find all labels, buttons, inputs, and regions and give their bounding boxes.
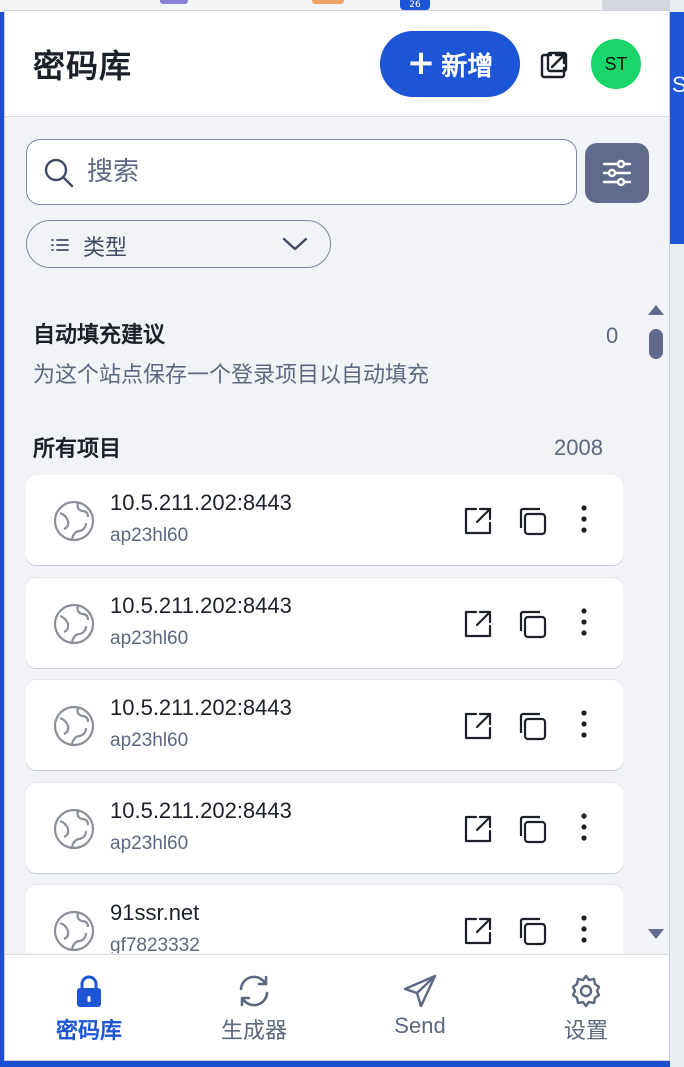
item-name: 10.5.211.202:8443 bbox=[110, 695, 292, 720]
search-field[interactable] bbox=[26, 139, 577, 205]
autofill-message: 为这个站点保存一个登录项目以自动填充 bbox=[33, 363, 430, 388]
item-username: ap23hl60 bbox=[110, 628, 189, 649]
nav-generator-label: 生成器 bbox=[220, 1019, 287, 1044]
copy-icon[interactable] bbox=[516, 608, 548, 640]
more-vertical-icon[interactable] bbox=[574, 811, 594, 843]
filter-button[interactable] bbox=[585, 143, 649, 203]
item-name: 10.5.211.202:8443 bbox=[110, 798, 292, 823]
vault-item[interactable]: 10.5.211.202:8443 ap23hl60 bbox=[26, 475, 623, 565]
item-username: gf7823332 bbox=[110, 935, 200, 953]
copy-icon[interactable] bbox=[516, 813, 548, 845]
globe-icon bbox=[53, 705, 95, 747]
vault-item[interactable]: 10.5.211.202:8443 ap23hl60 bbox=[26, 578, 623, 668]
background-letter: S bbox=[672, 72, 684, 97]
search-input[interactable] bbox=[87, 150, 557, 194]
more-vertical-icon[interactable] bbox=[574, 913, 594, 945]
nav-vault-label: 密码库 bbox=[55, 1019, 122, 1044]
launch-icon[interactable] bbox=[462, 608, 494, 640]
sliders-icon bbox=[602, 159, 632, 187]
more-vertical-icon[interactable] bbox=[574, 708, 594, 740]
item-username: ap23hl60 bbox=[110, 833, 189, 854]
browser-extension-icon bbox=[160, 0, 188, 4]
item-name: 91ssr.net bbox=[110, 900, 200, 925]
chevron-down-icon bbox=[282, 237, 308, 251]
launch-icon[interactable] bbox=[462, 505, 494, 537]
background-page: S bbox=[670, 0, 684, 1067]
list-icon bbox=[51, 239, 69, 251]
all-items-count: 2008 bbox=[554, 435, 603, 460]
copy-icon[interactable] bbox=[516, 915, 548, 947]
bottom-nav: 密码库 生成器 Send 设置 bbox=[5, 954, 669, 1060]
nav-vault[interactable]: 密码库 bbox=[29, 955, 149, 1060]
refresh-icon bbox=[239, 975, 269, 1007]
nav-settings[interactable]: 设置 bbox=[526, 955, 646, 1060]
globe-icon bbox=[53, 500, 95, 542]
launch-icon[interactable] bbox=[462, 915, 494, 947]
globe-icon bbox=[53, 910, 95, 952]
launch-icon[interactable] bbox=[462, 813, 494, 845]
search-icon bbox=[44, 158, 74, 188]
plus-icon: + bbox=[406, 42, 436, 83]
autofill-count: 0 bbox=[606, 323, 619, 348]
scroll-up-arrow[interactable] bbox=[647, 303, 665, 317]
popout-icon[interactable] bbox=[538, 49, 570, 81]
page-title: 密码库 bbox=[33, 47, 133, 85]
more-vertical-icon[interactable] bbox=[574, 503, 594, 535]
vault-item[interactable]: 10.5.211.202:8443 ap23hl60 bbox=[26, 680, 623, 770]
extension-badge: 26 bbox=[400, 0, 430, 10]
vault-item-list: 10.5.211.202:8443 ap23hl60 10.5.211.202:… bbox=[26, 475, 623, 953]
item-username: ap23hl60 bbox=[110, 730, 189, 751]
item-name: 10.5.211.202:8443 bbox=[110, 490, 292, 515]
lock-icon bbox=[77, 975, 101, 1007]
browser-extension-icon bbox=[312, 0, 344, 4]
more-vertical-icon[interactable] bbox=[574, 606, 594, 638]
new-item-button[interactable]: + 新增 bbox=[380, 31, 520, 97]
globe-icon bbox=[53, 603, 95, 645]
nav-send[interactable]: Send bbox=[360, 955, 480, 1060]
browser-extension-icon bbox=[602, 0, 670, 10]
copy-icon[interactable] bbox=[516, 710, 548, 742]
gear-icon bbox=[571, 974, 601, 1008]
type-filter-label: 类型 bbox=[83, 236, 128, 261]
nav-generator[interactable]: 生成器 bbox=[194, 955, 314, 1060]
scroll-down-arrow[interactable] bbox=[647, 927, 665, 941]
vault-item[interactable]: 91ssr.net gf7823332 bbox=[26, 885, 623, 953]
type-filter-select[interactable]: 类型 bbox=[26, 220, 331, 268]
all-items-title: 所有项目 bbox=[33, 437, 122, 462]
new-item-label: 新增 bbox=[441, 51, 494, 82]
copy-icon[interactable] bbox=[516, 505, 548, 537]
avatar[interactable]: ST bbox=[591, 39, 641, 89]
item-username: ap23hl60 bbox=[110, 525, 189, 546]
background-panel: S bbox=[670, 12, 684, 244]
item-name: 10.5.211.202:8443 bbox=[110, 593, 292, 618]
nav-settings-label: 设置 bbox=[563, 1019, 608, 1044]
nav-send-label: Send bbox=[394, 1013, 446, 1038]
globe-icon bbox=[53, 808, 95, 850]
scrollbar-thumb[interactable] bbox=[649, 329, 663, 359]
autofill-section-title: 自动填充建议 bbox=[33, 323, 166, 348]
header: 密码库 + 新增 ST bbox=[5, 11, 669, 117]
paper-plane-icon bbox=[403, 974, 437, 1008]
launch-icon[interactable] bbox=[462, 710, 494, 742]
vault-popup: 密码库 + 新增 ST 类型 bbox=[4, 10, 670, 1061]
vault-item[interactable]: 10.5.211.202:8443 ap23hl60 bbox=[26, 783, 623, 873]
